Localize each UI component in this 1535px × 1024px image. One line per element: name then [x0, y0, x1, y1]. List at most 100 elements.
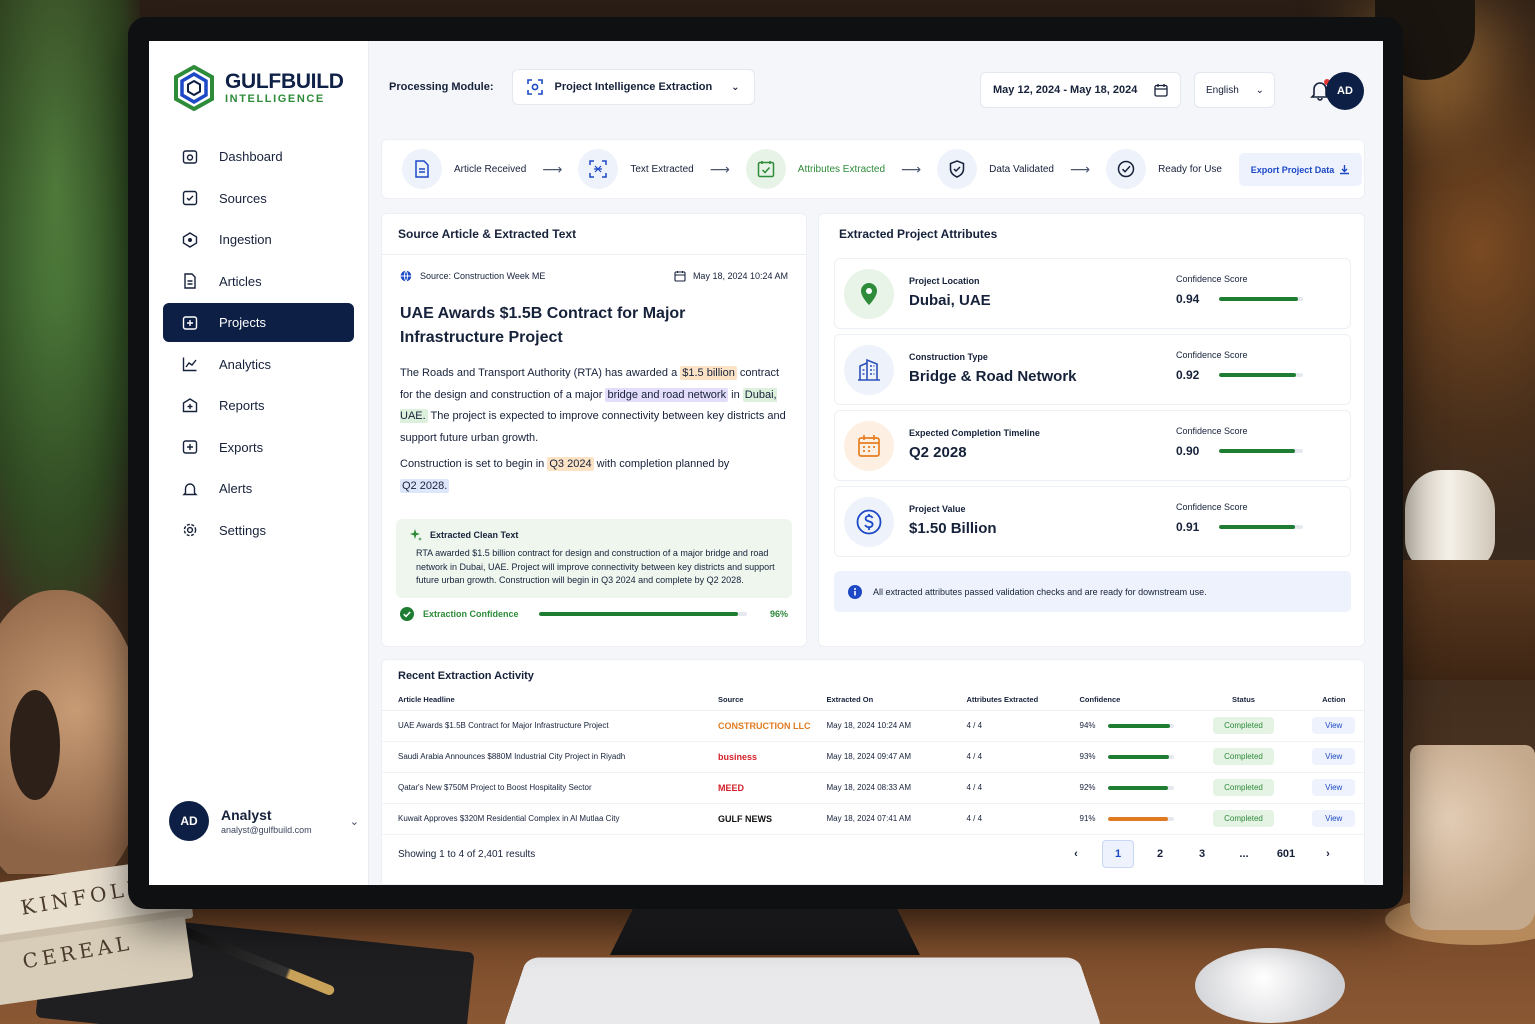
- sidebar-item-analytics[interactable]: Analytics: [163, 345, 354, 384]
- status-badge: Completed: [1213, 810, 1274, 827]
- confidence-bar: [538, 611, 747, 616]
- page-button[interactable]: 2: [1144, 840, 1176, 868]
- sidebar-item-settings[interactable]: Settings: [163, 511, 354, 550]
- sidebar-item-exports[interactable]: Exports: [163, 428, 354, 467]
- cell-headline[interactable]: UAE Awards $1.5B Contract for Major Infr…: [382, 710, 702, 742]
- table-row[interactable]: Kuwait Approves $320M Residential Comple…: [382, 803, 1364, 835]
- cell-source: business: [702, 741, 811, 773]
- column-header[interactable]: Attributes Extracted: [950, 690, 1064, 711]
- cell-status: Completed: [1183, 803, 1304, 835]
- view-button[interactable]: View: [1312, 748, 1356, 765]
- cell-confidence: 91%: [1063, 803, 1184, 835]
- avatar[interactable]: AD: [1326, 72, 1364, 110]
- export-label: Export Project Data: [1250, 164, 1335, 175]
- source-name[interactable]: Construction Week ME: [454, 271, 546, 281]
- column-header[interactable]: Extracted On: [810, 690, 951, 711]
- extracted-attributes-card: Extracted Project Attributes Project Loc…: [818, 213, 1365, 647]
- view-button[interactable]: View: [1312, 717, 1356, 734]
- source-logo: CONSTRUCTION LLC: [718, 720, 811, 731]
- scan-text-icon: [589, 160, 608, 178]
- cell-action: View: [1303, 803, 1364, 835]
- highlight-value: $1.5 billion: [680, 366, 737, 380]
- language-select[interactable]: English ⌄: [1194, 72, 1275, 108]
- cell-confidence: 92%: [1063, 772, 1184, 804]
- column-header[interactable]: Source: [702, 690, 811, 711]
- arrow-right-icon: ⟶: [901, 160, 922, 177]
- confidence-bar: [1107, 785, 1174, 790]
- cell-headline[interactable]: Qatar's New $750M Project to Boost Hospi…: [382, 772, 702, 804]
- column-header[interactable]: Action: [1303, 690, 1364, 711]
- sidebar-item-label: Alerts: [219, 481, 253, 496]
- sidebar-item-reports[interactable]: Reports: [163, 386, 354, 425]
- globe-icon: [400, 270, 412, 282]
- user-email: analyst@gulfbuild.com: [221, 825, 312, 835]
- next-page-icon[interactable]: ›: [1312, 840, 1344, 868]
- attribute-value: Bridge & Road Network: [909, 368, 1077, 385]
- cell-source: GULF NEWS: [702, 803, 811, 835]
- page-button[interactable]: 3: [1186, 840, 1218, 868]
- view-button[interactable]: View: [1312, 779, 1356, 796]
- page-button[interactable]: ...: [1228, 840, 1260, 868]
- confidence-value: 93%: [1079, 752, 1096, 761]
- column-header[interactable]: Article Headline: [382, 690, 702, 711]
- sidebar-item-label: Analytics: [219, 356, 272, 372]
- main-content: Processing Module: Project Intelligence …: [369, 41, 1383, 885]
- column-header[interactable]: Confidence: [1063, 690, 1184, 711]
- page-button[interactable]: 601: [1270, 840, 1302, 868]
- source-logo: business: [718, 751, 758, 762]
- export-project-data-button[interactable]: Export Project Data: [1239, 153, 1362, 186]
- sidebar-item-projects[interactable]: Projects: [163, 303, 354, 342]
- confidence-value: 94%: [1079, 721, 1096, 730]
- calendar-icon: [1154, 84, 1168, 97]
- user-menu[interactable]: AD Analyst analyst@gulfbuild.com ⌄: [169, 801, 359, 841]
- extraction-confidence: Extraction Confidence 96%: [382, 598, 806, 621]
- sidebar-item-dashboard[interactable]: Dashboard: [163, 137, 354, 176]
- sidebar-item-label: Projects: [219, 315, 266, 330]
- sidebar-item-label: Sources: [219, 190, 267, 206]
- table-body: UAE Awards $1.5B Contract for Major Infr…: [382, 710, 1364, 835]
- table-header: Article Headline Source Extracted On Attrib…: [382, 690, 1364, 711]
- brand-logo[interactable]: GULFBUILD INTELLIGENCE: [173, 63, 368, 113]
- step-label: Attributes Extracted: [797, 163, 886, 175]
- cell-headline[interactable]: Saudi Arabia Announces $880M Industrial …: [382, 741, 702, 773]
- page-button[interactable]: 1: [1102, 840, 1134, 868]
- confidence-label: Confidence Score: [1176, 350, 1248, 360]
- cell-status: Completed: [1183, 772, 1304, 804]
- module-select[interactable]: Project Intelligence Extraction ⌄: [511, 69, 755, 105]
- attribute-label: Project Location: [909, 276, 980, 286]
- sidebar-item-alerts[interactable]: Alerts: [163, 469, 354, 508]
- attribute-value: Q2 2028: [909, 444, 967, 461]
- confidence-bar-fill: [1219, 297, 1298, 301]
- confidence-bar-fill: [1107, 785, 1169, 790]
- sidebar-item-articles[interactable]: Articles: [163, 262, 354, 301]
- gear-icon: [181, 521, 199, 539]
- mouse: [1195, 948, 1345, 1023]
- confidence-label: Confidence Score: [1176, 426, 1248, 436]
- article-date: May 18, 2024 10:24 AM: [674, 270, 788, 282]
- location-pin-icon: [844, 268, 894, 319]
- step-icon: [402, 149, 442, 189]
- column-header[interactable]: Status: [1183, 690, 1304, 711]
- card-title: Recent Extraction Activity: [398, 670, 534, 682]
- shelf: [1385, 560, 1535, 680]
- brand-subtitle: INTELLIGENCE: [225, 93, 325, 105]
- cell-action: View: [1303, 710, 1364, 742]
- sidebar-item-ingestion[interactable]: Ingestion: [163, 220, 354, 259]
- view-button[interactable]: View: [1312, 810, 1356, 827]
- date-range-picker[interactable]: May 12, 2024 - May 18, 2024: [980, 72, 1181, 108]
- sidebar-item-sources[interactable]: Sources: [163, 179, 354, 218]
- sidebar-item-label: Settings: [219, 522, 266, 538]
- cell-headline[interactable]: Kuwait Approves $320M Residential Comple…: [382, 803, 702, 835]
- table-row[interactable]: Qatar's New $750M Project to Boost Hospi…: [382, 772, 1364, 804]
- vase-hole: [10, 690, 60, 800]
- chevron-down-icon[interactable]: ⌄: [350, 815, 359, 828]
- check-square-icon: [181, 189, 199, 207]
- source-label: Source:: [420, 271, 452, 281]
- step-label: Article Received: [454, 163, 527, 175]
- attribute-confidence: Confidence Score 0.90: [1176, 426, 1303, 458]
- table-row[interactable]: Saudi Arabia Announces $880M Industrial …: [382, 741, 1364, 773]
- confidence-value: 92%: [1079, 783, 1096, 792]
- table-row[interactable]: UAE Awards $1.5B Contract for Major Infr…: [382, 710, 1364, 742]
- previous-page-icon[interactable]: ‹: [1060, 840, 1092, 868]
- cell-attributes: 4 / 4: [950, 741, 1064, 773]
